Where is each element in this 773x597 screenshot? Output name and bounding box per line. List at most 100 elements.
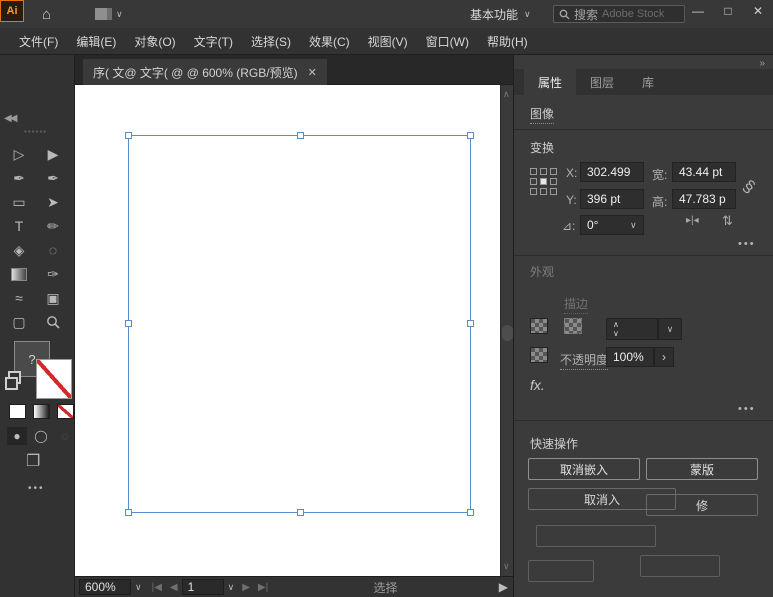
menu-edit[interactable]: 编辑(E) xyxy=(67,28,125,55)
zoom-dropdown-icon[interactable]: ∨ xyxy=(135,582,142,593)
ref-dot[interactable] xyxy=(530,168,537,175)
maximize-button[interactable]: □ xyxy=(714,0,742,22)
scrollbar-thumb[interactable] xyxy=(502,325,513,341)
tab-properties[interactable]: 属性 xyxy=(524,69,576,95)
draw-inside-mode[interactable]: ◌ xyxy=(55,427,75,445)
ref-dot[interactable] xyxy=(540,168,547,175)
scroll-up-icon[interactable]: ∧ xyxy=(503,89,510,100)
menu-view[interactable]: 视图(V) xyxy=(359,28,417,55)
pen-tool[interactable]: ✒ xyxy=(4,167,34,189)
last-artboard-icon[interactable]: ▶| xyxy=(258,582,268,593)
selection-tool[interactable]: ▷ xyxy=(4,143,34,165)
mask-button[interactable]: 蒙版 xyxy=(646,458,758,480)
vertical-scrollbar[interactable]: ∧ ∨ xyxy=(500,85,513,576)
stroke-unit-dropdown[interactable]: ∨ xyxy=(658,318,682,340)
empty-button[interactable] xyxy=(640,555,720,577)
arrange-documents-button[interactable]: ∨ xyxy=(95,0,123,28)
pencil-tool[interactable]: ✏ xyxy=(38,215,68,237)
tools-panel-grip[interactable]: ▪▪▪▪▪▪ xyxy=(24,127,47,136)
workspace-switcher[interactable]: 基本功能 ∨ xyxy=(470,0,531,28)
ref-dot-selected[interactable] xyxy=(540,178,547,185)
search-input[interactable]: 搜索 Adobe Stock xyxy=(553,5,685,23)
draw-normal-mode[interactable]: ● xyxy=(7,427,27,445)
angle-dropdown-icon[interactable]: ∨ xyxy=(630,220,637,231)
close-button[interactable]: ✕ xyxy=(744,0,772,22)
empty-button[interactable] xyxy=(536,525,656,547)
zoom-tool[interactable] xyxy=(38,311,68,333)
collapse-tools-icon[interactable]: ◀◀ xyxy=(4,113,15,124)
opacity-value-field[interactable]: 100% xyxy=(606,347,654,367)
tab-layers[interactable]: 图层 xyxy=(576,69,628,95)
menu-help[interactable]: 帮助(H) xyxy=(478,28,537,55)
menu-effect[interactable]: 效果(C) xyxy=(300,28,359,55)
handle-top-center[interactable] xyxy=(297,132,304,139)
menu-type[interactable]: 文字(T) xyxy=(185,28,242,55)
status-expand-icon[interactable]: ▶ xyxy=(499,580,508,594)
ref-dot[interactable] xyxy=(530,178,537,185)
shape-builder-tool[interactable]: ◈ xyxy=(4,239,34,261)
y-value-field[interactable]: 396 pt xyxy=(580,189,644,209)
gradient-tool[interactable] xyxy=(4,263,34,285)
handle-bottom-left[interactable] xyxy=(125,509,132,516)
stepper-arrows-icon[interactable]: ∧∨ xyxy=(613,320,619,338)
ref-dot[interactable] xyxy=(550,188,557,195)
selection-bounding-box[interactable] xyxy=(128,135,471,513)
stroke-none-swatch[interactable] xyxy=(36,359,72,399)
width-value-field[interactable]: 43.44 pt xyxy=(672,162,736,182)
next-artboard-icon[interactable]: ▶ xyxy=(242,582,250,593)
artboard-number-field[interactable]: 1 xyxy=(182,579,224,595)
flip-horizontal-icon[interactable]: ▸|◂ xyxy=(686,215,699,226)
ref-dot[interactable] xyxy=(550,168,557,175)
home-icon[interactable]: ⌂ xyxy=(42,0,51,28)
appearance-more-options[interactable]: ••• xyxy=(738,403,756,415)
rectangle-tool[interactable]: ▭ xyxy=(4,191,34,213)
type-tool[interactable]: T xyxy=(4,215,34,237)
zoom-level-field[interactable]: 600% xyxy=(79,579,131,595)
handle-top-right[interactable] xyxy=(467,132,474,139)
artboard-dropdown-icon[interactable]: ∨ xyxy=(228,582,235,593)
tab-libraries[interactable]: 库 xyxy=(628,69,668,95)
menu-select[interactable]: 选择(S) xyxy=(242,28,300,55)
ref-dot[interactable] xyxy=(530,188,537,195)
edit-button-2[interactable]: 修 xyxy=(646,494,758,516)
opacity-label[interactable]: 不透明度 xyxy=(560,351,608,370)
fx-button[interactable]: fx. xyxy=(530,377,545,393)
first-artboard-icon[interactable]: |◀ xyxy=(152,582,162,593)
collapse-panel-icon[interactable]: » xyxy=(759,58,765,69)
color-swatch-button[interactable] xyxy=(9,404,26,419)
x-value-field[interactable]: 302.499 xyxy=(580,162,644,182)
change-screen-mode-icon[interactable]: ❐ xyxy=(26,451,40,471)
menu-object[interactable]: 对象(O) xyxy=(125,28,184,55)
close-tab-icon[interactable]: ✕ xyxy=(308,66,317,79)
opacity-options-icon[interactable]: › xyxy=(654,347,674,367)
document-tab[interactable]: 序( 文@ 文字( @ @ 600% (RGB/预览) ✕ xyxy=(83,59,327,85)
minimize-button[interactable]: — xyxy=(684,0,712,22)
gradient-swatch-button[interactable] xyxy=(33,404,50,419)
direct-selection-tool[interactable]: ▶ xyxy=(38,143,68,165)
ref-dot[interactable] xyxy=(540,188,547,195)
unembed-button[interactable]: 取消嵌入 xyxy=(528,458,640,480)
empty-button[interactable] xyxy=(528,560,594,582)
handle-middle-right[interactable] xyxy=(467,320,474,327)
previous-artboard-icon[interactable]: ◀ xyxy=(170,582,178,593)
warp-tool[interactable]: ≈ xyxy=(4,287,34,309)
transform-more-options[interactable]: ••• xyxy=(738,238,756,250)
scroll-down-icon[interactable]: ∨ xyxy=(503,561,510,572)
edit-toolbar-dots[interactable]: ••• xyxy=(28,483,45,494)
handle-top-left[interactable] xyxy=(125,132,132,139)
flip-vertical-icon[interactable]: ⇅ xyxy=(722,213,733,229)
ref-dot[interactable] xyxy=(550,178,557,185)
handle-middle-left[interactable] xyxy=(125,320,132,327)
constrain-proportions-icon[interactable]: § xyxy=(739,176,759,198)
menu-window[interactable]: 窗口(W) xyxy=(417,28,478,55)
draw-behind-mode[interactable]: ◯ xyxy=(31,427,51,445)
lasso-tool[interactable]: ◌ xyxy=(38,239,68,261)
export-tool[interactable]: ▣ xyxy=(38,287,68,309)
stroke-weight-stepper[interactable]: ∧∨ xyxy=(606,318,658,340)
height-value-field[interactable]: 47.783 p xyxy=(672,189,736,209)
handle-bottom-center[interactable] xyxy=(297,509,304,516)
stroke-color-well[interactable] xyxy=(564,318,582,334)
none-swatch-button[interactable] xyxy=(57,404,74,419)
artboard-tool[interactable]: ▢ xyxy=(4,311,34,333)
fill-color-well[interactable] xyxy=(530,318,548,334)
